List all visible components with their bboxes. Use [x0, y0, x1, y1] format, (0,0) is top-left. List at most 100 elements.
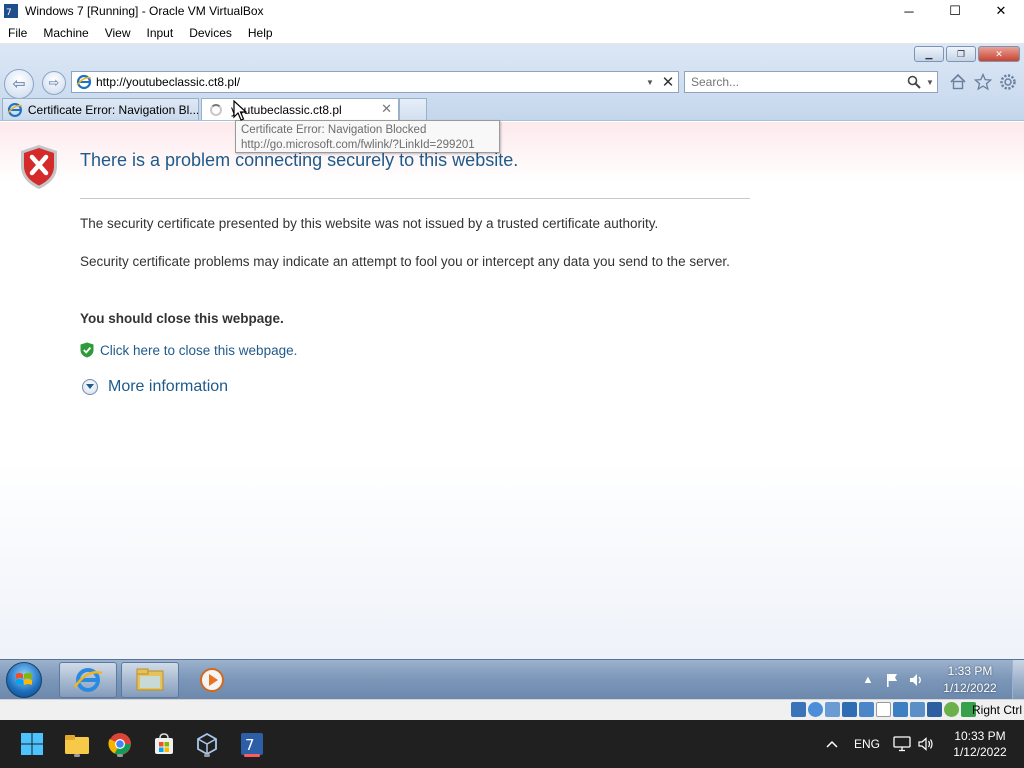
menu-file[interactable]: File [0, 26, 35, 40]
search-dropdown-icon[interactable]: ▼ [923, 78, 937, 87]
forward-button[interactable]: ⇨ [42, 71, 66, 95]
host-windows7-vm[interactable]: 7 [236, 728, 268, 760]
windows11-logo-icon [21, 733, 43, 755]
menu-view[interactable]: View [97, 26, 139, 40]
vbox-status-bar: Right Ctrl [0, 699, 1024, 720]
network-monitor-icon[interactable] [892, 734, 912, 754]
menu-machine[interactable]: Machine [35, 26, 96, 40]
taskbar-windows-explorer[interactable] [121, 662, 179, 698]
host-clock[interactable]: 10:33 PM 1/12/2022 [944, 728, 1016, 760]
win7-start-button[interactable] [6, 662, 42, 698]
recording-indicator-icon[interactable] [910, 702, 925, 717]
close-webpage-row[interactable]: Click here to close this webpage. [80, 342, 297, 358]
search-box[interactable]: ▼ [684, 71, 938, 93]
virtualbox-icon [197, 732, 217, 756]
new-tab-button[interactable] [399, 98, 427, 120]
audio-indicator-icon[interactable] [825, 702, 840, 717]
hard-disk-indicator-icon[interactable] [791, 702, 806, 717]
host-chrome[interactable] [104, 728, 136, 760]
ie-restore-button[interactable]: ❐ [946, 46, 976, 62]
vbox-menu-bar: File Machine View Input Devices Help [0, 22, 1024, 44]
svg-text:7: 7 [245, 736, 255, 754]
favorites-star-icon[interactable] [973, 72, 993, 92]
settings-gear-icon[interactable] [998, 72, 1018, 92]
tab-certificate-error[interactable]: Certificate Error: Navigation Bl... [2, 98, 199, 120]
chrome-icon [108, 733, 131, 755]
host-taskbar: 7 ENG 10:33 PM 1/12/2022 [0, 720, 1024, 768]
ie-minimize-button[interactable]: ▁ [914, 46, 944, 62]
media-player-icon [200, 668, 224, 692]
vbox-device-indicators [791, 702, 976, 717]
more-information-link[interactable]: More information [108, 378, 228, 396]
tooltip-title: Certificate Error: Navigation Blocked [241, 124, 427, 136]
ie-close-button[interactable]: ✕ [978, 46, 1020, 62]
win7-time: 1:33 PM [947, 664, 993, 678]
stop-icon[interactable]: ✕ [658, 73, 678, 91]
taskbar-internet-explorer[interactable] [59, 662, 117, 698]
host-microsoft-store[interactable] [148, 728, 180, 760]
volume-icon[interactable] [916, 734, 936, 754]
maximize-button[interactable]: ☐ [932, 0, 978, 22]
certificate-error-page: There is a problem connecting securely t… [0, 122, 1024, 659]
file-explorer-icon [65, 735, 89, 754]
internet-explorer-icon [73, 668, 103, 692]
taskbar-media-player[interactable] [183, 662, 241, 698]
loading-spinner-icon [210, 103, 222, 116]
address-text[interactable]: http://youtubeclassic.ct8.pl/ [96, 75, 642, 89]
usb-indicator-icon[interactable] [859, 702, 874, 717]
show-hidden-icons-icon[interactable]: ▲ [859, 671, 877, 689]
back-arrow-icon: ⇦ [12, 76, 26, 93]
windows-logo-icon [16, 673, 32, 685]
host-key-label: Right Ctrl [971, 703, 1022, 717]
window-controls: ─ ☐ ✕ [886, 0, 1024, 22]
search-input[interactable] [685, 72, 905, 92]
tab-close-icon[interactable]: ✕ [381, 101, 392, 117]
microsoft-store-icon [155, 733, 173, 754]
error-description: The security certificate presented by th… [80, 216, 659, 231]
volume-speaker-icon[interactable] [907, 671, 925, 689]
ie-window-controls: ▁ ❐ ✕ [914, 46, 1020, 62]
menu-input[interactable]: Input [139, 26, 182, 40]
menu-help[interactable]: Help [240, 26, 281, 40]
display-indicator-icon[interactable] [893, 702, 908, 717]
window-title: Windows 7 [Running] - Oracle VM VirtualB… [25, 4, 264, 18]
guest-screen: ▁ ❐ ✕ ⇦ ⇨ http://youtubeclassic.ct8.pl/ … [0, 44, 1024, 699]
network-indicator-icon[interactable] [842, 702, 857, 717]
shared-folders-indicator-icon[interactable] [876, 702, 891, 717]
win7-date: 1/12/2022 [943, 681, 997, 695]
expand-chevron-icon[interactable] [82, 379, 98, 395]
action-center-flag-icon[interactable] [883, 671, 901, 689]
error-title: There is a problem connecting securely t… [80, 150, 519, 170]
close-webpage-link[interactable]: Click here to close this webpage. [100, 343, 297, 358]
host-date: 1/12/2022 [953, 745, 1007, 759]
host-virtualbox[interactable] [191, 728, 223, 760]
language-indicator[interactable]: ENG [854, 737, 880, 751]
menu-devices[interactable]: Devices [181, 26, 240, 40]
cpu-indicator-icon[interactable] [927, 702, 942, 717]
running-indicator [117, 754, 123, 757]
show-desktop-button[interactable] [1012, 660, 1024, 699]
more-information-toggle[interactable]: More information [82, 378, 228, 396]
win7-clock[interactable]: 1:33 PM 1/12/2022 [928, 663, 1012, 697]
running-indicator [74, 754, 80, 757]
address-bar[interactable]: http://youtubeclassic.ct8.pl/ ▼ ✕ [71, 71, 679, 93]
running-indicator [204, 754, 210, 757]
close-window-button[interactable]: ✕ [978, 0, 1024, 22]
ie-toolbar: ▁ ❐ ✕ ⇦ ⇨ http://youtubeclassic.ct8.pl/ … [0, 44, 1024, 121]
mouse-pointer-icon [233, 100, 247, 121]
svg-text:7: 7 [6, 8, 12, 18]
show-hidden-icons-chevron-icon[interactable] [820, 737, 844, 751]
folder-icon [136, 668, 164, 691]
back-button[interactable]: ⇦ [4, 69, 34, 99]
optical-drive-indicator-icon[interactable] [808, 702, 823, 717]
tab-youtubeclassic[interactable]: youtubeclassic.ct8.pl ✕ [201, 98, 399, 120]
host-file-explorer[interactable] [61, 728, 93, 760]
host-start-button[interactable] [16, 728, 48, 760]
mouse-integration-indicator-icon[interactable] [944, 702, 959, 717]
error-explanation: Security certificate problems may indica… [80, 254, 730, 269]
tab-label: youtubeclassic.ct8.pl [231, 102, 342, 117]
search-icon[interactable] [905, 73, 923, 91]
address-dropdown-icon[interactable]: ▼ [642, 78, 658, 87]
home-icon[interactable] [948, 72, 968, 92]
minimize-button[interactable]: ─ [886, 0, 932, 22]
